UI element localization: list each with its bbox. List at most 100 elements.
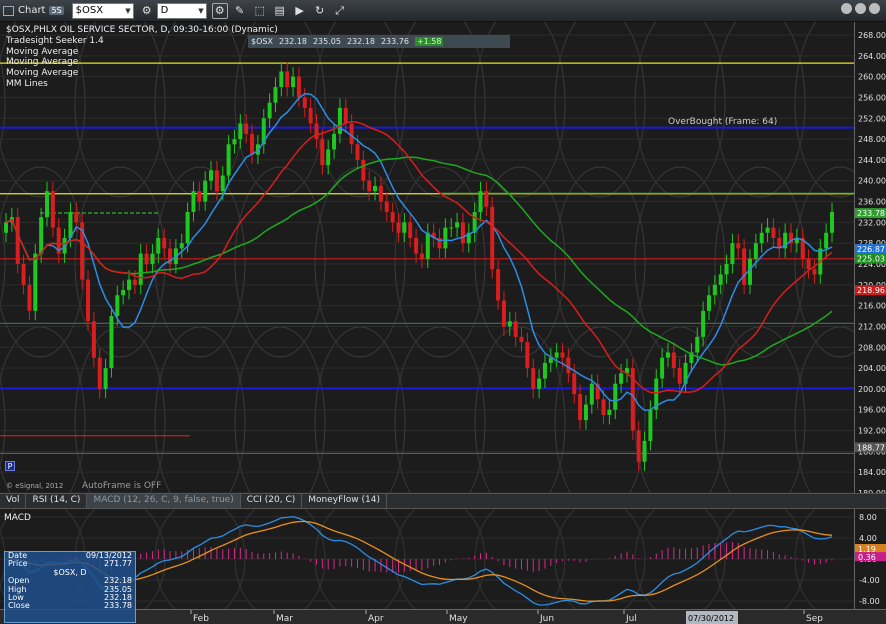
ib-price-value: 271.77 (104, 559, 132, 569)
symbol-input[interactable]: $OSX ▼ (71, 2, 134, 19)
candle-body (425, 232, 430, 259)
window-title-text: Chart (18, 5, 46, 16)
chevron-down-icon[interactable]: ▼ (198, 7, 203, 15)
cursor-icon[interactable]: ⬚ (252, 3, 268, 19)
chevron-down-icon[interactable]: ▼ (125, 7, 130, 15)
legend-study[interactable]: Moving Average (6, 47, 278, 58)
tab-macd[interactable]: MACD (12, 26, C, 9, false, true) (87, 494, 241, 508)
candle-body (185, 211, 190, 244)
price-marker-label: 218.96 (857, 286, 885, 295)
tab-cci[interactable]: CCI (20, C) (241, 494, 303, 508)
price-tick-label: 252.00 (858, 114, 886, 123)
candle-body (361, 159, 366, 181)
legend-study[interactable]: MM Lines (6, 79, 278, 90)
candle-body (660, 357, 665, 379)
price-tick-label: 184.00 (858, 468, 886, 477)
candle-body (537, 378, 542, 389)
candle-body (33, 253, 38, 311)
candle-body (695, 336, 700, 353)
link-tool-icon[interactable]: ⤢ (332, 3, 348, 19)
candle-body (197, 191, 202, 202)
candle-body (150, 253, 155, 265)
tab-vol[interactable]: Vol (0, 494, 27, 508)
candle-body (496, 269, 501, 301)
date-tick-label: May (449, 614, 468, 624)
candle-body (607, 409, 612, 415)
link-badge[interactable]: 5S (49, 6, 64, 15)
study-tabs: Vol RSI (14, C) MACD (12, 26, C, 9, fals… (0, 493, 886, 509)
bg-ellipse (794, 166, 854, 358)
candle-body (27, 284, 32, 311)
candle-body (765, 227, 770, 233)
settings-icon[interactable]: ⚙ (139, 3, 155, 19)
candle-body (302, 97, 307, 108)
legend-study[interactable]: Moving Average (6, 57, 278, 68)
bg-ellipse (234, 166, 326, 358)
ma-fast-line (5, 92, 833, 412)
text-tool-icon[interactable]: ▤ (272, 3, 288, 19)
interval-input[interactable]: D ▼ (156, 2, 207, 19)
candle-body (279, 71, 284, 88)
candle-body (326, 149, 331, 166)
price-chart-pane[interactable] (0, 22, 854, 493)
quote-last: 233.76 (380, 37, 409, 46)
p-badge[interactable]: P (5, 461, 15, 471)
tab-moneyflow[interactable]: MoneyFlow (14) (302, 494, 387, 508)
overbought-label: OverBought (Frame: 64) (668, 117, 778, 127)
price-tick-label: 260.00 (858, 73, 886, 82)
price-tick-label: 200.00 (858, 385, 886, 394)
candle-body (132, 279, 137, 285)
candle-body (484, 191, 489, 207)
date-tick-label: Jun (539, 614, 554, 624)
price-tick-label: 244.00 (858, 156, 886, 165)
price-tick-label: 232.00 (858, 218, 886, 227)
minimize-icon[interactable] (841, 3, 852, 14)
candle-body (220, 175, 225, 192)
candle-body (285, 71, 290, 88)
candle-body (138, 253, 143, 285)
quote-low: 232.18 (346, 37, 375, 46)
window-controls (841, 3, 880, 14)
legend-study[interactable]: Tradesight Seeker 1.4 (6, 36, 278, 47)
candle-body (824, 232, 829, 249)
chart-toolbar: Chart 5S $OSX ▼ ⚙ D ▼ ⚙ ✎ ⬚ ▤ ▶ ↻ ⤢ (0, 0, 886, 22)
candle-body (74, 211, 79, 223)
bg-ellipse (714, 22, 806, 198)
candle-body (162, 237, 167, 249)
candle-body (373, 185, 378, 192)
ib-close-label: Close (8, 601, 30, 611)
date-tick-label: Apr (368, 614, 384, 624)
candle-body (267, 102, 272, 119)
maximize-icon[interactable] (855, 3, 866, 14)
price-chart[interactable] (0, 22, 854, 493)
bg-ellipse (634, 22, 726, 198)
play-icon[interactable]: ▶ (292, 3, 308, 19)
candle-body (121, 290, 126, 296)
candle-body (589, 383, 594, 405)
esignal-copyright: © eSignal, 2012 (6, 482, 64, 490)
legend-study[interactable]: Moving Average (6, 68, 278, 79)
bg-ellipse (314, 166, 406, 358)
close-icon[interactable] (869, 3, 880, 14)
refresh-icon[interactable]: ↻ (312, 3, 328, 19)
price-tick-label: 236.00 (858, 198, 886, 207)
tab-rsi[interactable]: RSI (14, C) (26, 494, 88, 508)
candle-body (238, 123, 243, 140)
interval-settings-icon[interactable]: ⚙ (211, 2, 228, 19)
candle-body (39, 217, 44, 254)
draw-pencil-icon[interactable]: ✎ (232, 3, 248, 19)
price-tick-label: 268.00 (858, 31, 886, 40)
autoframe-label[interactable]: AutoFrame is OFF (82, 481, 161, 491)
price-marker-label: 225.03 (857, 255, 885, 264)
interval-value: D (160, 5, 169, 16)
candle-body (572, 373, 577, 395)
price-axis[interactable]: 268.00 264.00 260.00 256.00 252.00 248.00 244.… (854, 22, 886, 498)
bg-ellipse (0, 216, 6, 308)
date-tick-label: Feb (193, 614, 209, 624)
candle-body (250, 133, 255, 155)
macd-axis[interactable]: 8.004.000.00-4.00-8.001.190.36 (854, 509, 886, 609)
candle-body (214, 170, 219, 192)
candle-body (402, 222, 407, 233)
candle-body (244, 123, 249, 134)
quote-symbol: $OSX (251, 37, 273, 46)
